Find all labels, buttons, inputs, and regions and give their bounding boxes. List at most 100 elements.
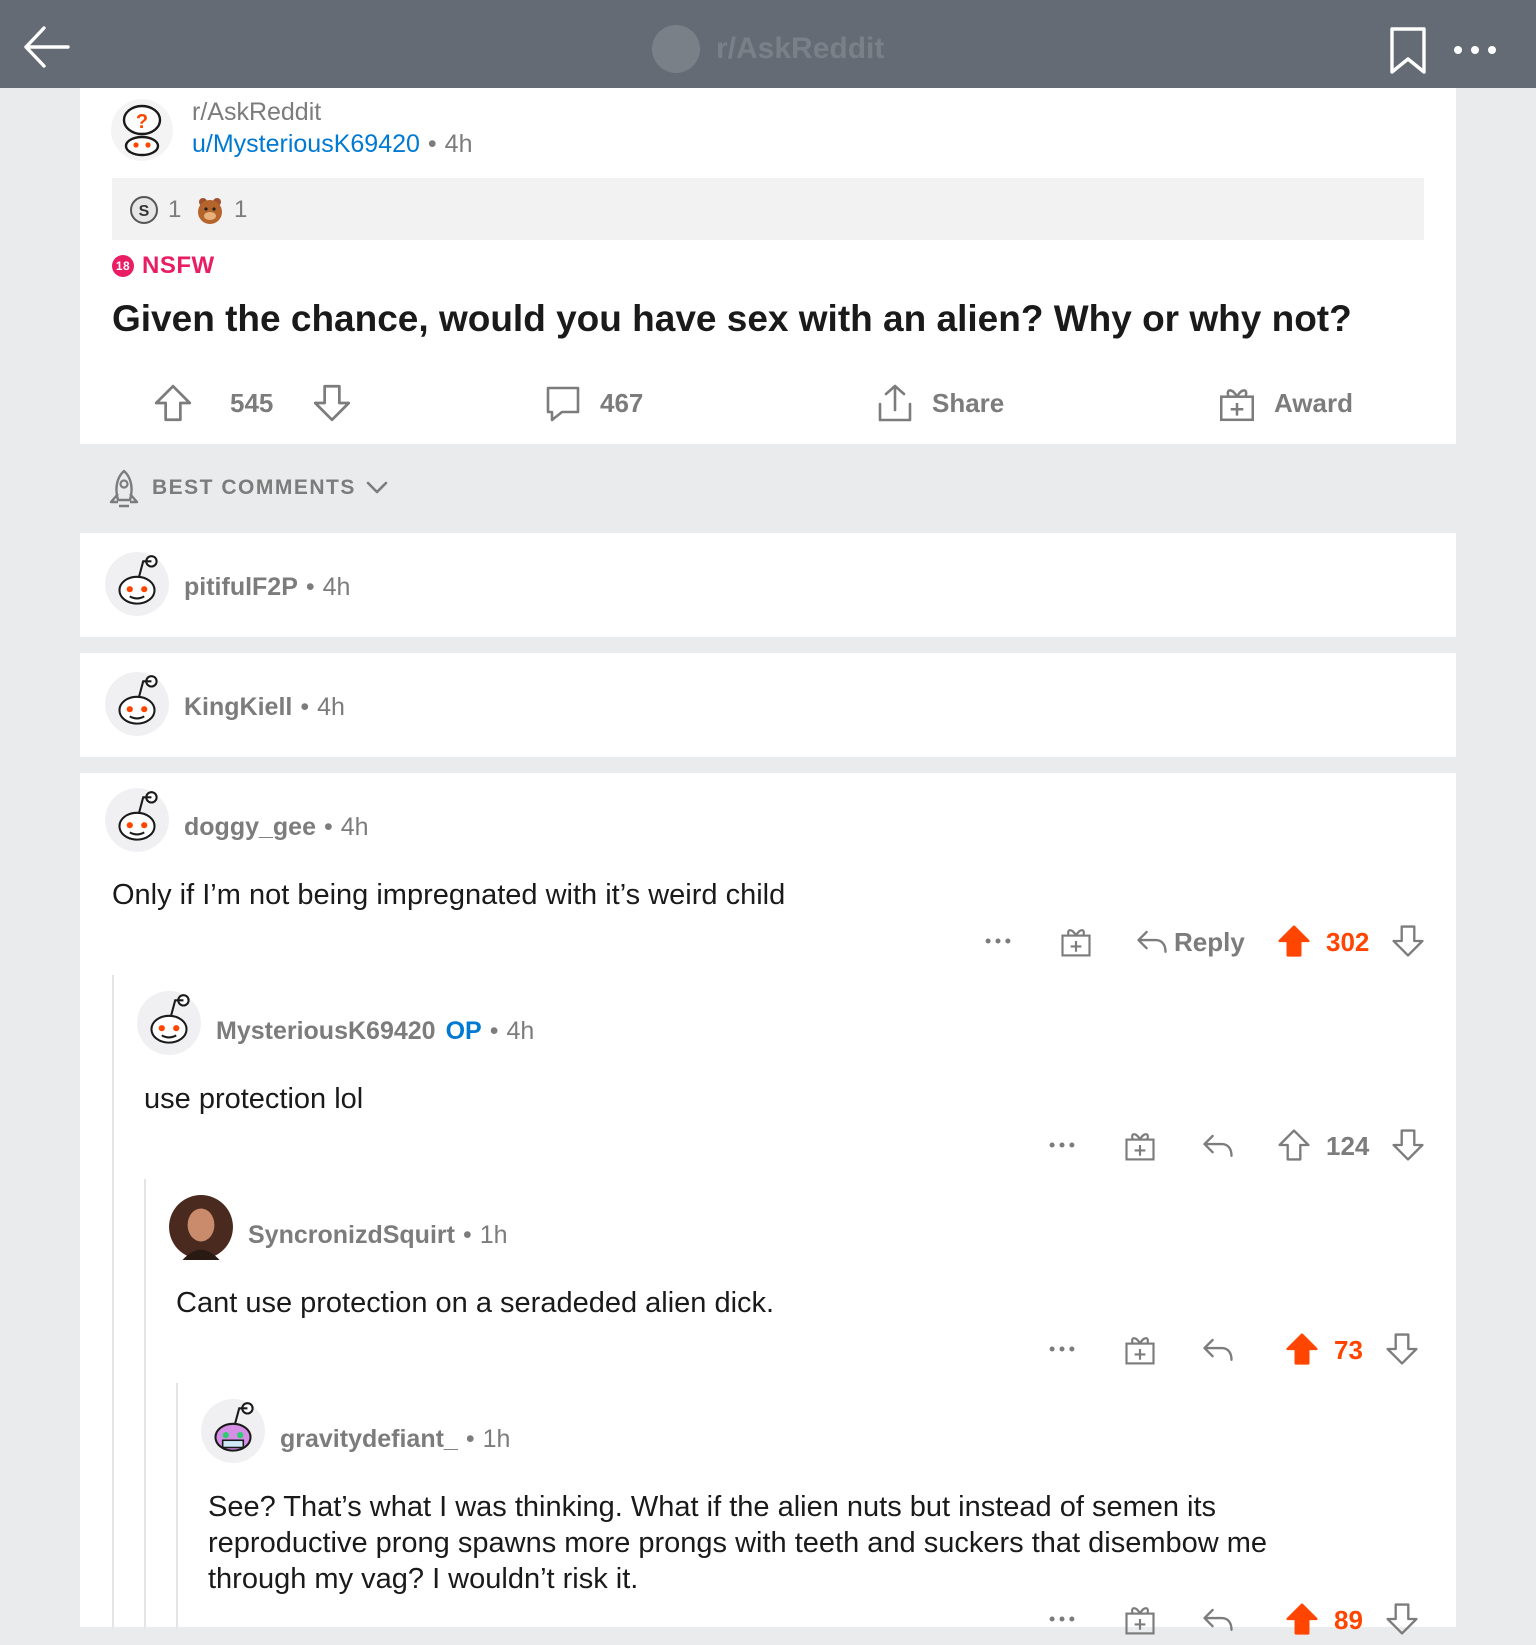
upvote-arrow-icon[interactable]	[1284, 1331, 1320, 1367]
comment-actions: 124	[80, 1127, 1456, 1171]
more-options-icon[interactable]	[1044, 1331, 1080, 1367]
comment-author[interactable]: doggy_gee	[184, 813, 316, 841]
award-button[interactable]: Award	[1216, 380, 1353, 426]
comment-body: Cant use protection on a seradeded alien…	[176, 1287, 775, 1319]
thread-line[interactable]	[176, 1383, 178, 1627]
post-meta: u/MysteriousK69420 • 4h	[192, 130, 473, 158]
reply-icon[interactable]	[1200, 1601, 1236, 1637]
more-options-icon[interactable]	[1450, 40, 1500, 60]
nsfw-18-icon: 18	[112, 255, 134, 277]
comment-header: gravitydefiant_ • 1h	[280, 1425, 511, 1453]
bookmark-icon[interactable]	[1388, 26, 1428, 76]
upvote-arrow-icon[interactable]	[1284, 1601, 1320, 1637]
subreddit-icon	[652, 25, 700, 73]
gift-icon	[1216, 382, 1258, 424]
comment-score: 89	[1334, 1605, 1363, 1635]
comment-header: SyncronizdSquirt • 1h	[248, 1221, 508, 1249]
comment-author[interactable]: MysteriousK69420	[216, 1017, 436, 1045]
downvote-arrow-icon[interactable]	[311, 382, 353, 424]
comment-body: Only if I’m not being impregnated with i…	[112, 879, 786, 911]
gift-icon[interactable]	[1058, 923, 1094, 959]
upvote-arrow-icon[interactable]	[152, 382, 194, 424]
user-avatar[interactable]	[104, 787, 170, 853]
upvote-arrow-icon[interactable]	[1276, 1127, 1312, 1163]
reply-icon[interactable]	[1200, 1127, 1236, 1163]
award-label: Award	[1274, 387, 1353, 418]
comment-age: 4h	[322, 573, 351, 601]
user-avatar[interactable]	[136, 990, 202, 1056]
comments-button[interactable]: 467	[542, 380, 643, 426]
share-label: Share	[932, 387, 1005, 418]
gift-icon[interactable]	[1122, 1331, 1158, 1367]
header-subreddit: r/AskReddit	[650, 22, 884, 76]
post-subreddit[interactable]: r/AskReddit	[192, 98, 321, 127]
comment-header: doggy_gee • 4h	[184, 813, 369, 841]
user-avatar[interactable]	[104, 551, 170, 617]
downvote-arrow-icon[interactable]	[1384, 1601, 1420, 1637]
post-vote-group: 545	[152, 380, 353, 426]
comment-actions: 89	[80, 1601, 1456, 1645]
user-avatar[interactable]	[168, 1194, 234, 1260]
sort-label: BEST COMMENTS	[152, 476, 356, 499]
comment-body: See? That’s what I was thinking. What if…	[208, 1491, 1268, 1595]
comment-bubble-icon	[546, 386, 580, 422]
svg-text:?: ?	[136, 111, 148, 133]
reply-icon[interactable]	[1200, 1331, 1236, 1367]
comment-collapsed[interactable]: pitifulF2P • 4h	[80, 533, 1456, 637]
comment-author[interactable]: SyncronizdSquirt	[248, 1221, 455, 1249]
comment-actions: 73	[80, 1331, 1456, 1375]
gift-icon[interactable]	[1122, 1601, 1158, 1637]
comment-author[interactable]: gravitydefiant_	[280, 1425, 458, 1453]
comment-header: KingKiell • 4h	[184, 693, 345, 721]
post-title: Given the chance, would you have sex wit…	[112, 298, 1352, 339]
awards-bar[interactable]: S 1 1	[112, 178, 1424, 240]
post-age: 4h	[444, 130, 473, 158]
comment-body: use protection lol	[144, 1083, 364, 1115]
share-button[interactable]: Share	[874, 380, 1004, 426]
comment-score: 302	[1326, 927, 1370, 957]
thread-line[interactable]	[144, 1179, 146, 1627]
user-avatar[interactable]	[200, 1398, 266, 1464]
post-score: 545	[230, 387, 274, 418]
nsfw-tag: 18 NSFW	[112, 252, 215, 280]
more-options-icon[interactable]	[1044, 1601, 1080, 1637]
comment-thread: doggy_gee • 4h Only if I’m not being impre…	[80, 773, 1456, 1635]
svg-text:S: S	[139, 203, 150, 220]
askreddit-avatar-icon[interactable]: ?	[110, 98, 174, 162]
award-bear: 1	[194, 194, 247, 226]
comment-age: 1h	[482, 1425, 511, 1453]
award-count: 1	[168, 196, 182, 223]
reply-icon[interactable]	[1134, 923, 1170, 959]
rocket-icon	[109, 469, 139, 508]
gift-icon[interactable]	[1122, 1127, 1158, 1163]
thread-line[interactable]	[112, 975, 114, 1627]
header-title: r/AskReddit	[716, 32, 885, 65]
share-icon	[878, 384, 912, 422]
downvote-arrow-icon[interactable]	[1390, 923, 1426, 959]
downvote-arrow-icon[interactable]	[1390, 1127, 1426, 1163]
chevron-down-icon	[366, 481, 388, 494]
comment-score: 73	[1334, 1335, 1363, 1365]
user-avatar[interactable]	[104, 671, 170, 737]
upvote-arrow-icon[interactable]	[1276, 923, 1312, 959]
comment-author[interactable]: KingKiell	[184, 693, 292, 721]
comment-header: pitifulF2P • 4h	[184, 573, 351, 601]
comment-age: 4h	[340, 813, 369, 841]
comment-age: 4h	[317, 693, 345, 721]
more-options-icon[interactable]	[980, 923, 1016, 959]
op-badge: OP	[445, 1017, 482, 1045]
reply-button[interactable]: Reply	[1174, 927, 1245, 958]
post-author[interactable]: u/MysteriousK69420	[192, 130, 420, 158]
downvote-arrow-icon[interactable]	[1384, 1331, 1420, 1367]
more-options-icon[interactable]	[1044, 1127, 1080, 1163]
comment-sort[interactable]: BEST COMMENTS	[104, 468, 398, 508]
comment-header: MysteriousK69420 OP • 4h	[216, 1017, 535, 1045]
award-count: 1	[234, 196, 248, 223]
silver-award-icon: S	[130, 196, 158, 224]
back-arrow-icon[interactable]	[22, 22, 72, 72]
comment-age: 1h	[479, 1221, 508, 1249]
bear-award-icon	[198, 198, 222, 224]
comment-author[interactable]: pitifulF2P	[184, 573, 298, 601]
nsfw-label: NSFW	[142, 252, 215, 279]
comment-collapsed[interactable]: KingKiell • 4h	[80, 653, 1456, 757]
